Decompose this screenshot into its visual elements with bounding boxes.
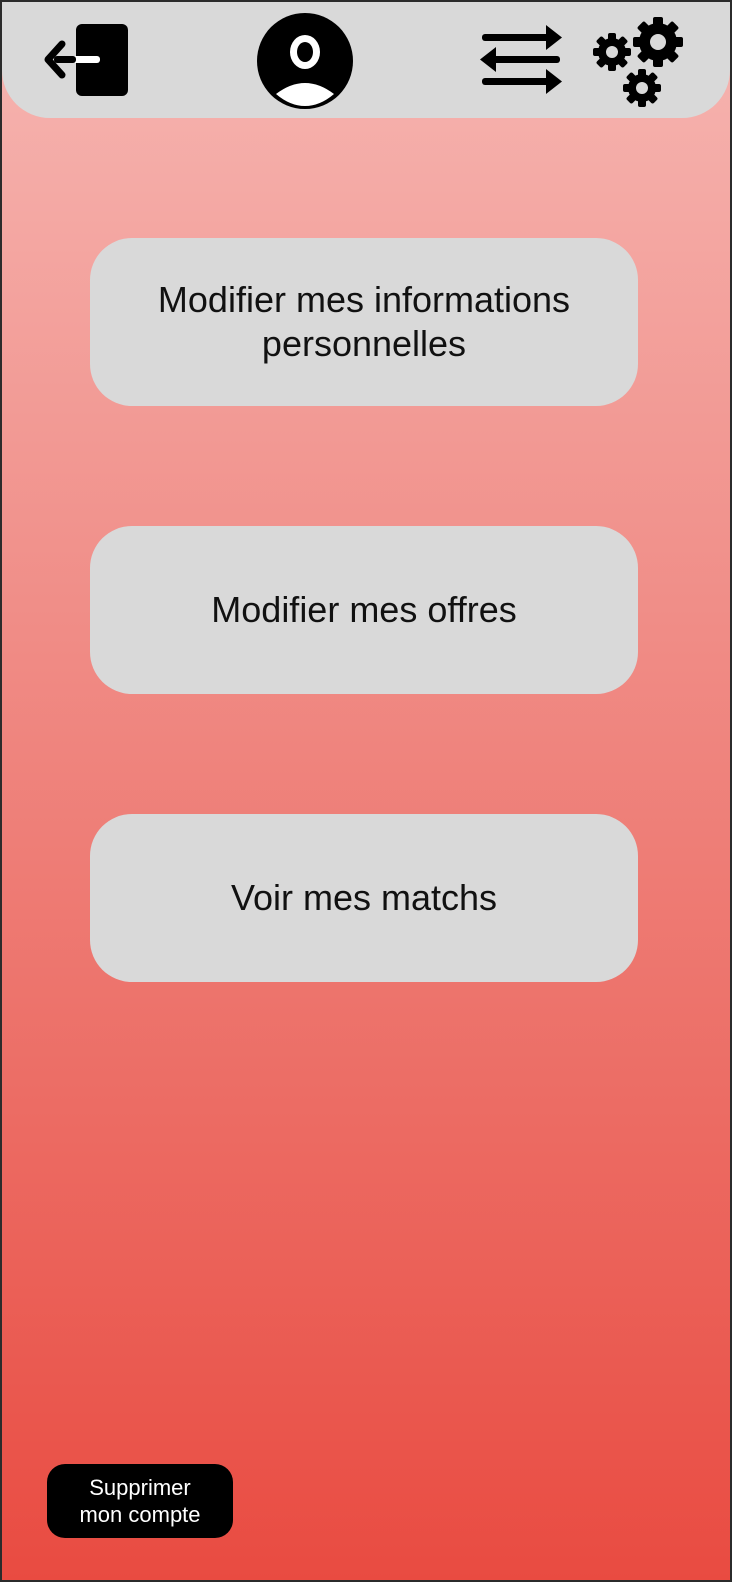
swap-arrows-icon	[480, 25, 562, 94]
swap-button[interactable]	[476, 22, 566, 98]
settings-button[interactable]	[592, 16, 688, 108]
gears-icon	[593, 17, 683, 107]
app-screen: Modifier mes informations personnelles M…	[0, 0, 732, 1582]
logout-icon	[44, 24, 128, 96]
edit-offers-button[interactable]: Modifier mes offres	[90, 526, 638, 694]
logout-button[interactable]	[42, 20, 134, 100]
delete-account-button[interactable]: Supprimer mon compte	[47, 1464, 233, 1538]
user-avatar-icon	[257, 13, 353, 109]
view-matches-button[interactable]: Voir mes matchs	[90, 814, 638, 982]
top-bar	[2, 2, 730, 118]
profile-avatar[interactable]	[256, 12, 354, 110]
edit-personal-info-button[interactable]: Modifier mes informations personnelles	[90, 238, 638, 406]
